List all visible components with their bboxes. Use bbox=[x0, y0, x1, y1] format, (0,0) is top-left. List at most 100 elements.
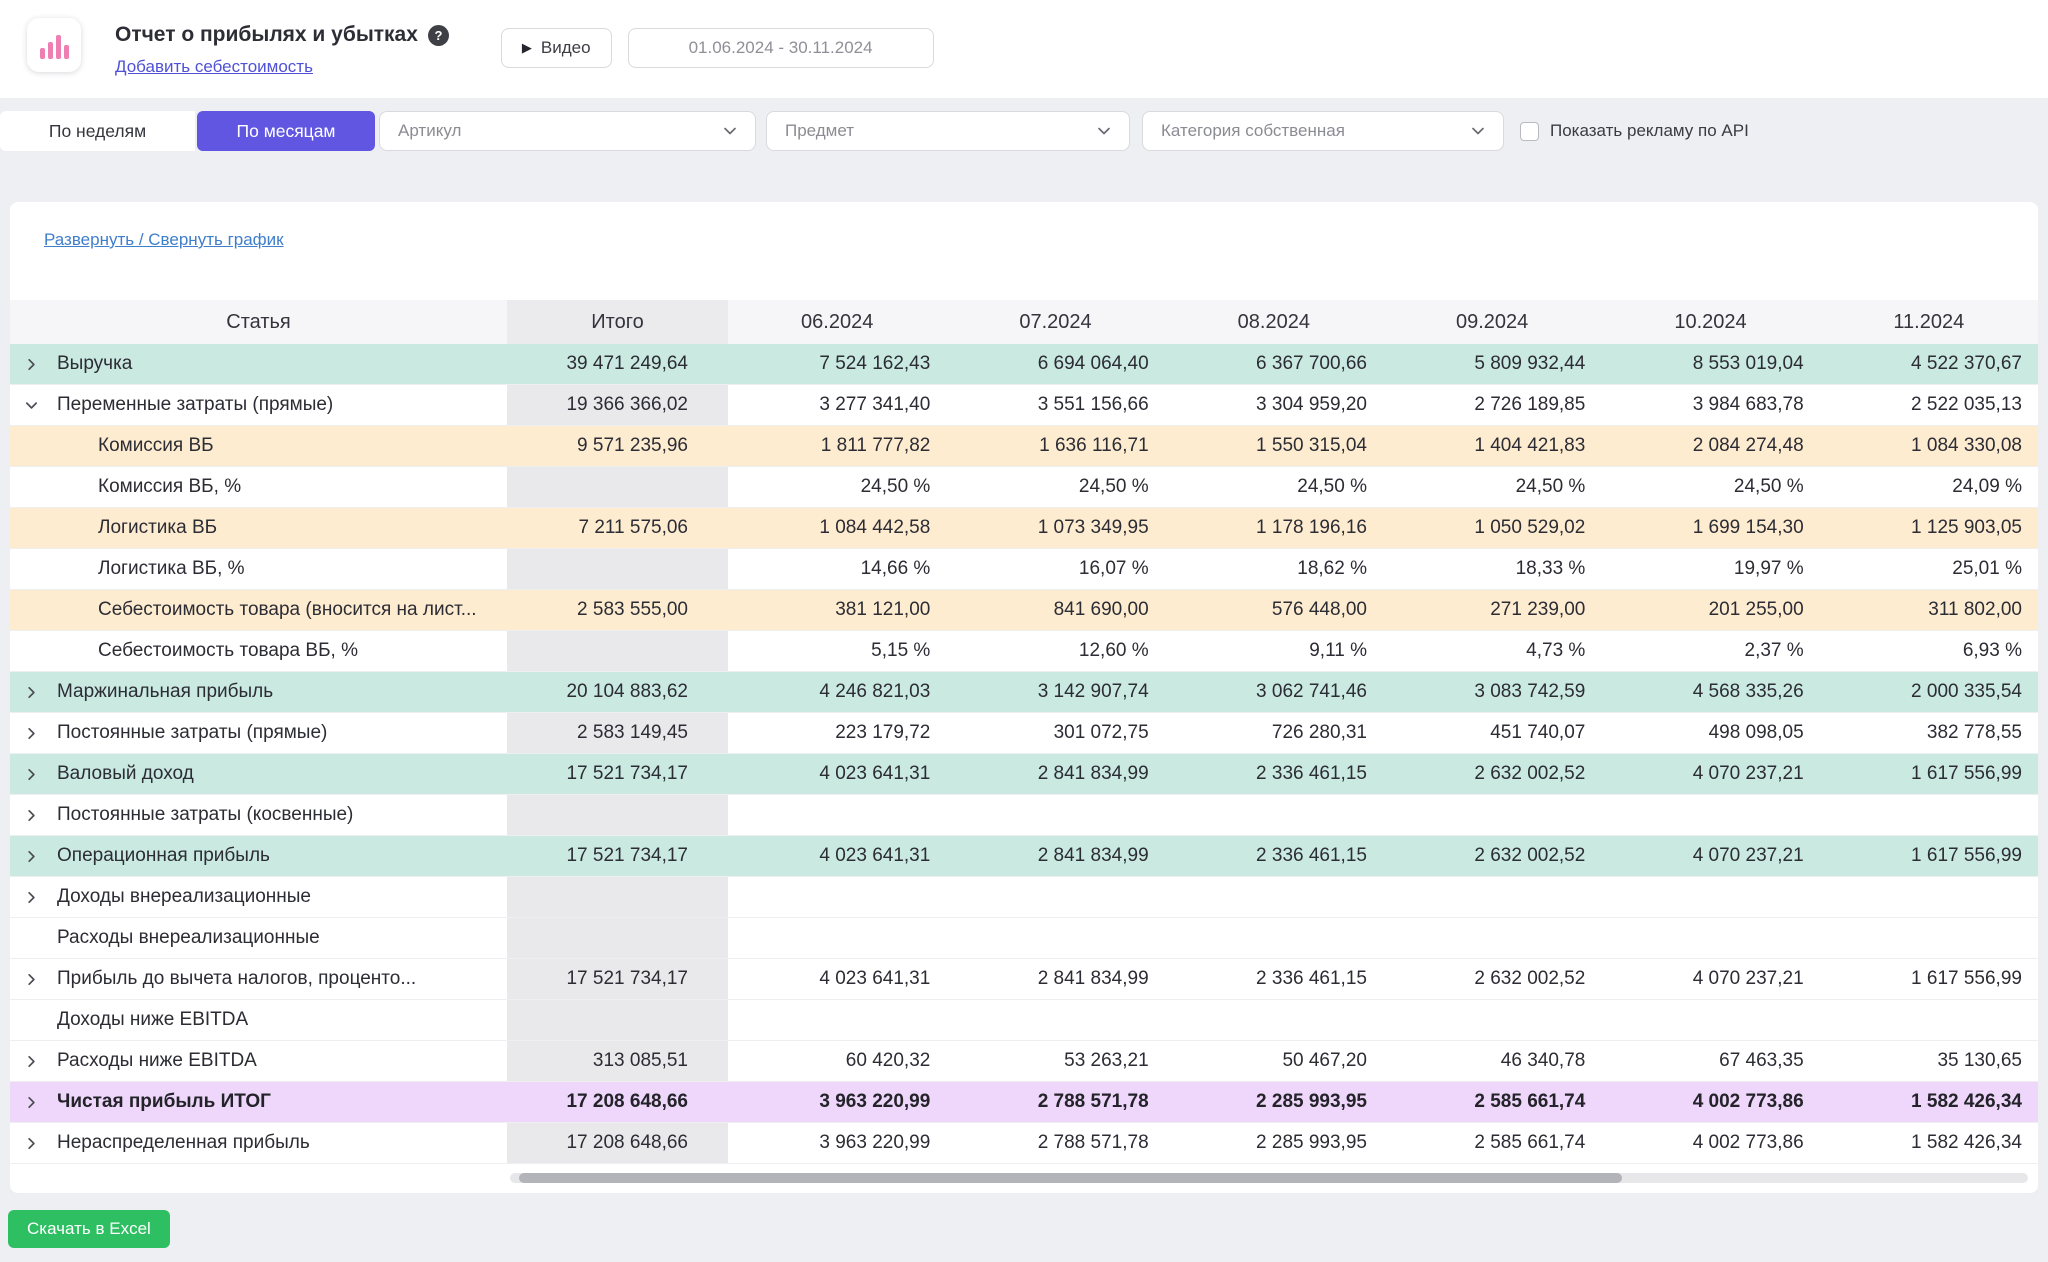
row-label-cell[interactable]: Нераспределенная прибыль bbox=[10, 1123, 507, 1163]
value-cell bbox=[1601, 877, 1819, 917]
table-row[interactable]: Переменные затраты (прямые)19 366 366,02… bbox=[10, 385, 2038, 426]
add-cost-link[interactable]: Добавить себестоимость bbox=[115, 57, 313, 77]
chevron-right-icon[interactable] bbox=[24, 1136, 57, 1151]
table-row[interactable]: Нераспределенная прибыль17 208 648,663 9… bbox=[10, 1123, 2038, 1164]
value-cell: 4 246 821,03 bbox=[728, 672, 946, 712]
table-row[interactable]: Комиссия ВБ9 571 235,961 811 777,821 636… bbox=[10, 426, 2038, 467]
value-cell bbox=[1820, 795, 2038, 835]
row-label-cell[interactable]: Выручка bbox=[10, 344, 507, 384]
table-row[interactable]: Прибыль до вычета налогов, проценто...17… bbox=[10, 959, 2038, 1000]
table-row[interactable]: Комиссия ВБ, %24,50 %24,50 %24,50 %24,50… bbox=[10, 467, 2038, 508]
value-cell bbox=[946, 795, 1164, 835]
value-cell bbox=[728, 877, 946, 917]
title-block: Отчет о прибылях и убытках ? Добавить се… bbox=[115, 18, 449, 77]
row-label-cell[interactable]: Чистая прибыль ИТОГ bbox=[10, 1082, 507, 1122]
chevron-right-icon[interactable] bbox=[24, 890, 57, 905]
table-row[interactable]: Доходы ниже EBITDA bbox=[10, 1000, 2038, 1041]
chevron-right-icon[interactable] bbox=[24, 972, 57, 987]
api-checkbox-label[interactable]: Показать рекламу по API bbox=[1550, 121, 1749, 141]
total-cell: 17 208 648,66 bbox=[507, 1082, 728, 1122]
row-label-cell[interactable]: Постоянные затраты (прямые) bbox=[10, 713, 507, 753]
chevron-right-icon[interactable] bbox=[24, 685, 57, 700]
row-label: Комиссия ВБ bbox=[98, 435, 214, 457]
value-cell: 2 841 834,99 bbox=[946, 754, 1164, 794]
value-cell bbox=[946, 877, 1164, 917]
row-label-cell[interactable]: Валовый доход bbox=[10, 754, 507, 794]
row-label-cell: Комиссия ВБ, % bbox=[10, 467, 507, 507]
value-cell: 3 304 959,20 bbox=[1165, 385, 1383, 425]
chevron-down-icon bbox=[1469, 122, 1487, 140]
value-cell: 3 062 741,46 bbox=[1165, 672, 1383, 712]
row-label-cell[interactable]: Постоянные затраты (косвенные) bbox=[10, 795, 507, 835]
row-label: Операционная прибыль bbox=[57, 845, 270, 867]
help-icon[interactable]: ? bbox=[428, 25, 449, 46]
row-label-cell[interactable]: Прибыль до вычета налогов, проценто... bbox=[10, 959, 507, 999]
value-cell: 4 568 335,26 bbox=[1601, 672, 1819, 712]
value-cell: 1 699 154,30 bbox=[1601, 508, 1819, 548]
row-label-cell[interactable]: Операционная прибыль bbox=[10, 836, 507, 876]
table-row[interactable]: Постоянные затраты (косвенные) bbox=[10, 795, 2038, 836]
chevron-right-icon[interactable] bbox=[24, 767, 57, 782]
app-logo bbox=[27, 18, 81, 72]
date-range-input[interactable]: 01.06.2024 - 30.11.2024 bbox=[628, 28, 934, 68]
table-row[interactable]: Выручка39 471 249,647 524 162,436 694 06… bbox=[10, 344, 2038, 385]
table-row[interactable]: Валовый доход17 521 734,174 023 641,312 … bbox=[10, 754, 2038, 795]
value-cell: 2 522 035,13 bbox=[1820, 385, 2038, 425]
row-label-cell: Комиссия ВБ bbox=[10, 426, 507, 466]
table-row[interactable]: Расходы внереализационные bbox=[10, 918, 2038, 959]
row-label: Выручка bbox=[57, 353, 132, 375]
chart-toggle-link[interactable]: Развернуть / Свернуть график bbox=[44, 230, 284, 250]
table-row[interactable]: Логистика ВБ, %14,66 %16,07 %18,62 %18,3… bbox=[10, 549, 2038, 590]
horizontal-scrollbar[interactable] bbox=[510, 1173, 2028, 1183]
chevron-right-icon[interactable] bbox=[24, 849, 57, 864]
row-label-cell[interactable]: Маржинальная прибыль bbox=[10, 672, 507, 712]
table-row[interactable]: Постоянные затраты (прямые)2 583 149,452… bbox=[10, 713, 2038, 754]
download-excel-button[interactable]: Скачать в Excel bbox=[8, 1210, 170, 1248]
chevron-right-icon[interactable] bbox=[24, 726, 57, 741]
total-cell: 19 366 366,02 bbox=[507, 385, 728, 425]
value-cell: 3 963 220,99 bbox=[728, 1123, 946, 1163]
value-cell: 2 841 834,99 bbox=[946, 836, 1164, 876]
dropdown-subject[interactable]: Предмет bbox=[766, 111, 1130, 151]
value-cell: 3 551 156,66 bbox=[946, 385, 1164, 425]
table-row[interactable]: Доходы внереализационные bbox=[10, 877, 2038, 918]
row-label: Доходы внереализационные bbox=[57, 886, 311, 908]
table-row[interactable]: Себестоимость товара ВБ, %5,15 %12,60 %9… bbox=[10, 631, 2038, 672]
table-row[interactable]: Операционная прибыль17 521 734,174 023 6… bbox=[10, 836, 2038, 877]
table-row[interactable]: Маржинальная прибыль20 104 883,624 246 8… bbox=[10, 672, 2038, 713]
dropdown-category[interactable]: Категория собственная bbox=[1142, 111, 1504, 151]
api-checkbox[interactable] bbox=[1520, 122, 1539, 141]
table-row[interactable]: Себестоимость товара (вносится на лист..… bbox=[10, 590, 2038, 631]
toggle-weeks[interactable]: По неделям bbox=[0, 111, 195, 151]
chevron-right-icon[interactable] bbox=[24, 1054, 57, 1069]
value-cell: 4 002 773,86 bbox=[1601, 1123, 1819, 1163]
footer: Скачать в Excel bbox=[0, 1193, 2048, 1248]
value-cell bbox=[1383, 1000, 1601, 1040]
row-label-cell[interactable]: Переменные затраты (прямые) bbox=[10, 385, 507, 425]
chevron-right-icon[interactable] bbox=[24, 1095, 57, 1110]
value-cell: 2 726 189,85 bbox=[1383, 385, 1601, 425]
value-cell: 4 023 641,31 bbox=[728, 754, 946, 794]
value-cell bbox=[1383, 877, 1601, 917]
top-bar: Отчет о прибылях и убытках ? Добавить се… bbox=[0, 0, 2048, 98]
value-cell: 2 632 002,52 bbox=[1383, 836, 1601, 876]
value-cell: 2 084 274,48 bbox=[1601, 426, 1819, 466]
value-cell: 4 002 773,86 bbox=[1601, 1082, 1819, 1122]
chevron-down-icon[interactable] bbox=[24, 398, 57, 413]
scrollbar-thumb[interactable] bbox=[519, 1173, 1622, 1183]
table-row[interactable]: Расходы ниже EBITDA313 085,5160 420,3253… bbox=[10, 1041, 2038, 1082]
row-label-cell[interactable]: Расходы ниже EBITDA bbox=[10, 1041, 507, 1081]
row-label: Себестоимость товара (вносится на лист..… bbox=[98, 599, 477, 621]
dropdown-article[interactable]: Артикул bbox=[379, 111, 756, 151]
value-cell: 24,09 % bbox=[1820, 467, 2038, 507]
value-cell: 1 073 349,95 bbox=[946, 508, 1164, 548]
toggle-months[interactable]: По месяцам bbox=[197, 111, 375, 151]
chevron-right-icon[interactable] bbox=[24, 808, 57, 823]
table-row[interactable]: Логистика ВБ7 211 575,061 084 442,581 07… bbox=[10, 508, 2038, 549]
table-row[interactable]: Чистая прибыль ИТОГ17 208 648,663 963 22… bbox=[10, 1082, 2038, 1123]
chevron-right-icon[interactable] bbox=[24, 357, 57, 372]
video-button[interactable]: ▶ Видео bbox=[501, 28, 612, 68]
dropdown-subject-label: Предмет bbox=[785, 121, 854, 141]
value-cell: 7 524 162,43 bbox=[728, 344, 946, 384]
row-label-cell[interactable]: Доходы внереализационные bbox=[10, 877, 507, 917]
